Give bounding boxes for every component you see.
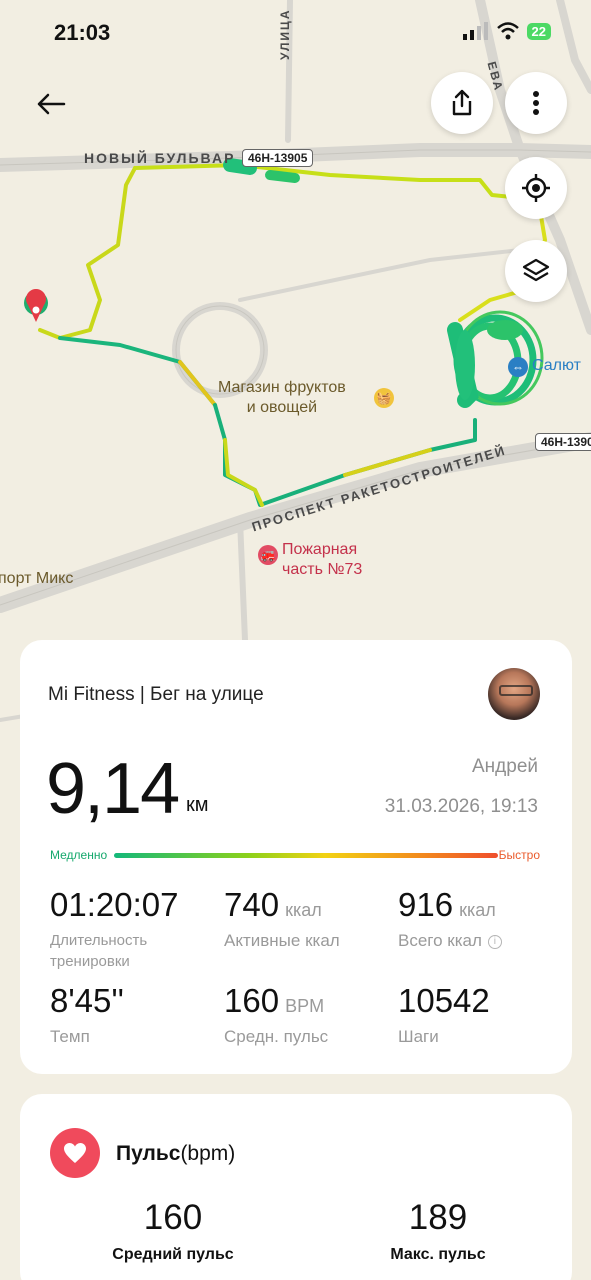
- user-name: Андрей: [472, 756, 538, 777]
- total-kcal-label: Всего ккал: [398, 931, 482, 950]
- total-kcal-value: 916: [398, 886, 454, 923]
- avg-hr-unit: BPM: [285, 996, 325, 1016]
- poi-sport-mix[interactable]: порт Микс: [0, 570, 73, 588]
- heart-rate-title: Пульс(bpm): [116, 1142, 235, 1166]
- distance-value: 9,14: [46, 749, 180, 829]
- info-icon[interactable]: i: [487, 934, 502, 949]
- metric-active-kcal: 740 ккал Активные ккал: [224, 886, 340, 951]
- active-kcal-value: 740: [224, 886, 280, 923]
- duration-label: Длительность тренировки: [50, 932, 148, 970]
- speed-scale-fast: Быстро: [498, 848, 540, 862]
- heart-rate-card[interactable]: Пульс(bpm) 160 Средний пульс 189 Макс. п…: [20, 1094, 572, 1280]
- max-heart-rate-label: Макс. пульс: [390, 1246, 486, 1263]
- status-time: 21:03: [54, 20, 111, 45]
- locate-icon: [522, 174, 550, 202]
- heart-rate-title-text: Пульс: [116, 1142, 181, 1165]
- poi-fire-station[interactable]: Пожарная часть №73: [282, 540, 362, 580]
- street-ulitsa: УЛИЦА: [278, 8, 292, 60]
- road-badge-46n-13905: 46Н-13905: [242, 149, 314, 167]
- poi-fruit-shop-line2: и овощей: [246, 399, 318, 416]
- total-kcal-unit: ккал: [459, 900, 496, 920]
- cell-signal-icon: [462, 22, 488, 40]
- max-heart-rate-value: 189: [408, 1198, 468, 1237]
- poi-fruit-shop[interactable]: Магазин фруктов и овощей: [218, 378, 346, 418]
- poi-fruit-shop-line1: Магазин фруктов: [218, 379, 346, 396]
- road-badge-46n-1390: 46Н-1390: [535, 433, 591, 451]
- active-kcal-unit: ккал: [285, 900, 322, 920]
- steps-label: Шаги: [398, 1027, 439, 1046]
- max-heart-rate: 189 Макс. пульс: [328, 1198, 548, 1264]
- map-layers-button[interactable]: [505, 240, 567, 302]
- my-location-button[interactable]: [505, 157, 567, 219]
- steps-value: 10542: [398, 982, 490, 1019]
- status-icons: 22: [462, 22, 551, 40]
- poi-salyut[interactable]: Салют: [532, 357, 581, 375]
- distance-unit: км: [186, 794, 209, 816]
- street-novy-bulvar: НОВЫЙ БУЛЬВАР: [84, 150, 236, 166]
- metric-total-kcal: 916 ккал Всего ккал i: [398, 886, 502, 951]
- layers-icon: [522, 258, 550, 282]
- poi-fire-station-line2: часть №73: [282, 561, 363, 578]
- heart-icon: [50, 1128, 100, 1178]
- back-arrow-icon: [37, 93, 66, 115]
- fire-truck-icon: 🚒: [258, 545, 278, 565]
- metric-avg-hr: 160 BPM Средн. пульс: [224, 982, 328, 1047]
- poi-fire-station-line1: Пожарная: [282, 541, 358, 558]
- active-kcal-label: Активные ккал: [224, 931, 340, 950]
- avg-hr-label: Средн. пульс: [224, 1027, 329, 1046]
- workout-summary-card: Mi Fitness | Бег на улице 9,14 км Андрей…: [20, 640, 572, 1074]
- workout-source-type: Mi Fitness | Бег на улице: [48, 684, 264, 705]
- pace-label: Темп: [50, 1027, 90, 1046]
- avg-heart-rate: 160 Средний пульс: [63, 1198, 283, 1264]
- share-button[interactable]: [431, 72, 493, 134]
- duration-value: 01:20:07: [50, 886, 179, 923]
- pace-value: 8'45'': [50, 982, 124, 1019]
- metric-pace: 8'45'' Темп: [50, 982, 124, 1047]
- share-icon: [452, 89, 472, 116]
- speed-scale-slow: Медленно: [50, 848, 108, 862]
- basket-icon: 🧺: [374, 388, 394, 408]
- wifi-icon: [496, 22, 519, 40]
- more-vertical-icon: [533, 91, 539, 115]
- back-button[interactable]: [36, 86, 76, 122]
- avg-heart-rate-label: Средний пульс: [112, 1246, 234, 1263]
- dumbbell-icon: ⇔: [508, 357, 528, 377]
- avg-heart-rate-value: 160: [143, 1198, 203, 1237]
- metric-steps: 10542 Шаги: [398, 982, 490, 1047]
- speed-scale-bar: [114, 853, 498, 858]
- battery-indicator: 22: [526, 22, 551, 40]
- metric-duration: 01:20:07 Длительность тренировки: [50, 886, 180, 972]
- avg-hr-value: 160: [224, 982, 280, 1019]
- avatar[interactable]: [488, 668, 540, 720]
- more-options-button[interactable]: [505, 72, 567, 134]
- workout-date-time: 31.03.2026, 19:13: [384, 796, 538, 817]
- heart-rate-title-unit: (bpm): [180, 1142, 236, 1165]
